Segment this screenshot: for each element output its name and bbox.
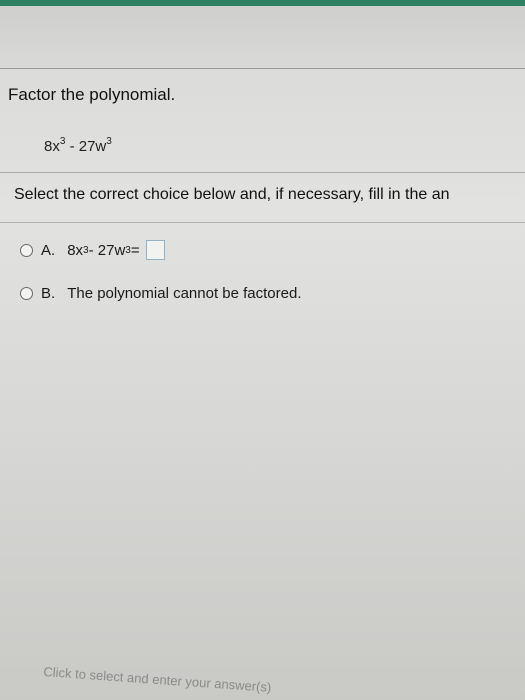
choice-a-letter: A. bbox=[41, 241, 56, 259]
choice-b-text: The polynomial cannot be factored. bbox=[67, 285, 302, 302]
choice-a[interactable]: A. 8x 3 - 27w 3 = bbox=[20, 240, 165, 260]
header-area bbox=[0, 6, 525, 68]
divider-top bbox=[0, 68, 525, 69]
divider-middle bbox=[0, 172, 525, 173]
polynomial-expression: 8x3 - 27w3 bbox=[44, 136, 112, 155]
choice-b[interactable]: B. The polynomial cannot be factored. bbox=[20, 285, 302, 302]
choice-a-radio[interactable] bbox=[20, 243, 33, 257]
choice-b-radio[interactable] bbox=[20, 287, 33, 300]
term-1-base: 8x bbox=[44, 138, 60, 155]
choice-b-letter: B. bbox=[41, 285, 56, 302]
choice-a-term-2-base: - 27w bbox=[88, 241, 126, 259]
term-2-base: - 27w bbox=[65, 138, 107, 155]
answer-input-box[interactable] bbox=[145, 240, 165, 260]
footer-hint: Click to select and enter your answer(s) bbox=[42, 664, 272, 695]
question-prompt: Factor the polynomial. bbox=[8, 85, 176, 104]
instruction-text: Select the correct choice below and, if … bbox=[14, 186, 450, 203]
divider-choices bbox=[0, 222, 525, 223]
choice-a-term-1-base: 8x bbox=[67, 241, 84, 259]
choice-a-equals: = bbox=[130, 241, 140, 259]
term-2-exponent: 3 bbox=[106, 136, 112, 147]
